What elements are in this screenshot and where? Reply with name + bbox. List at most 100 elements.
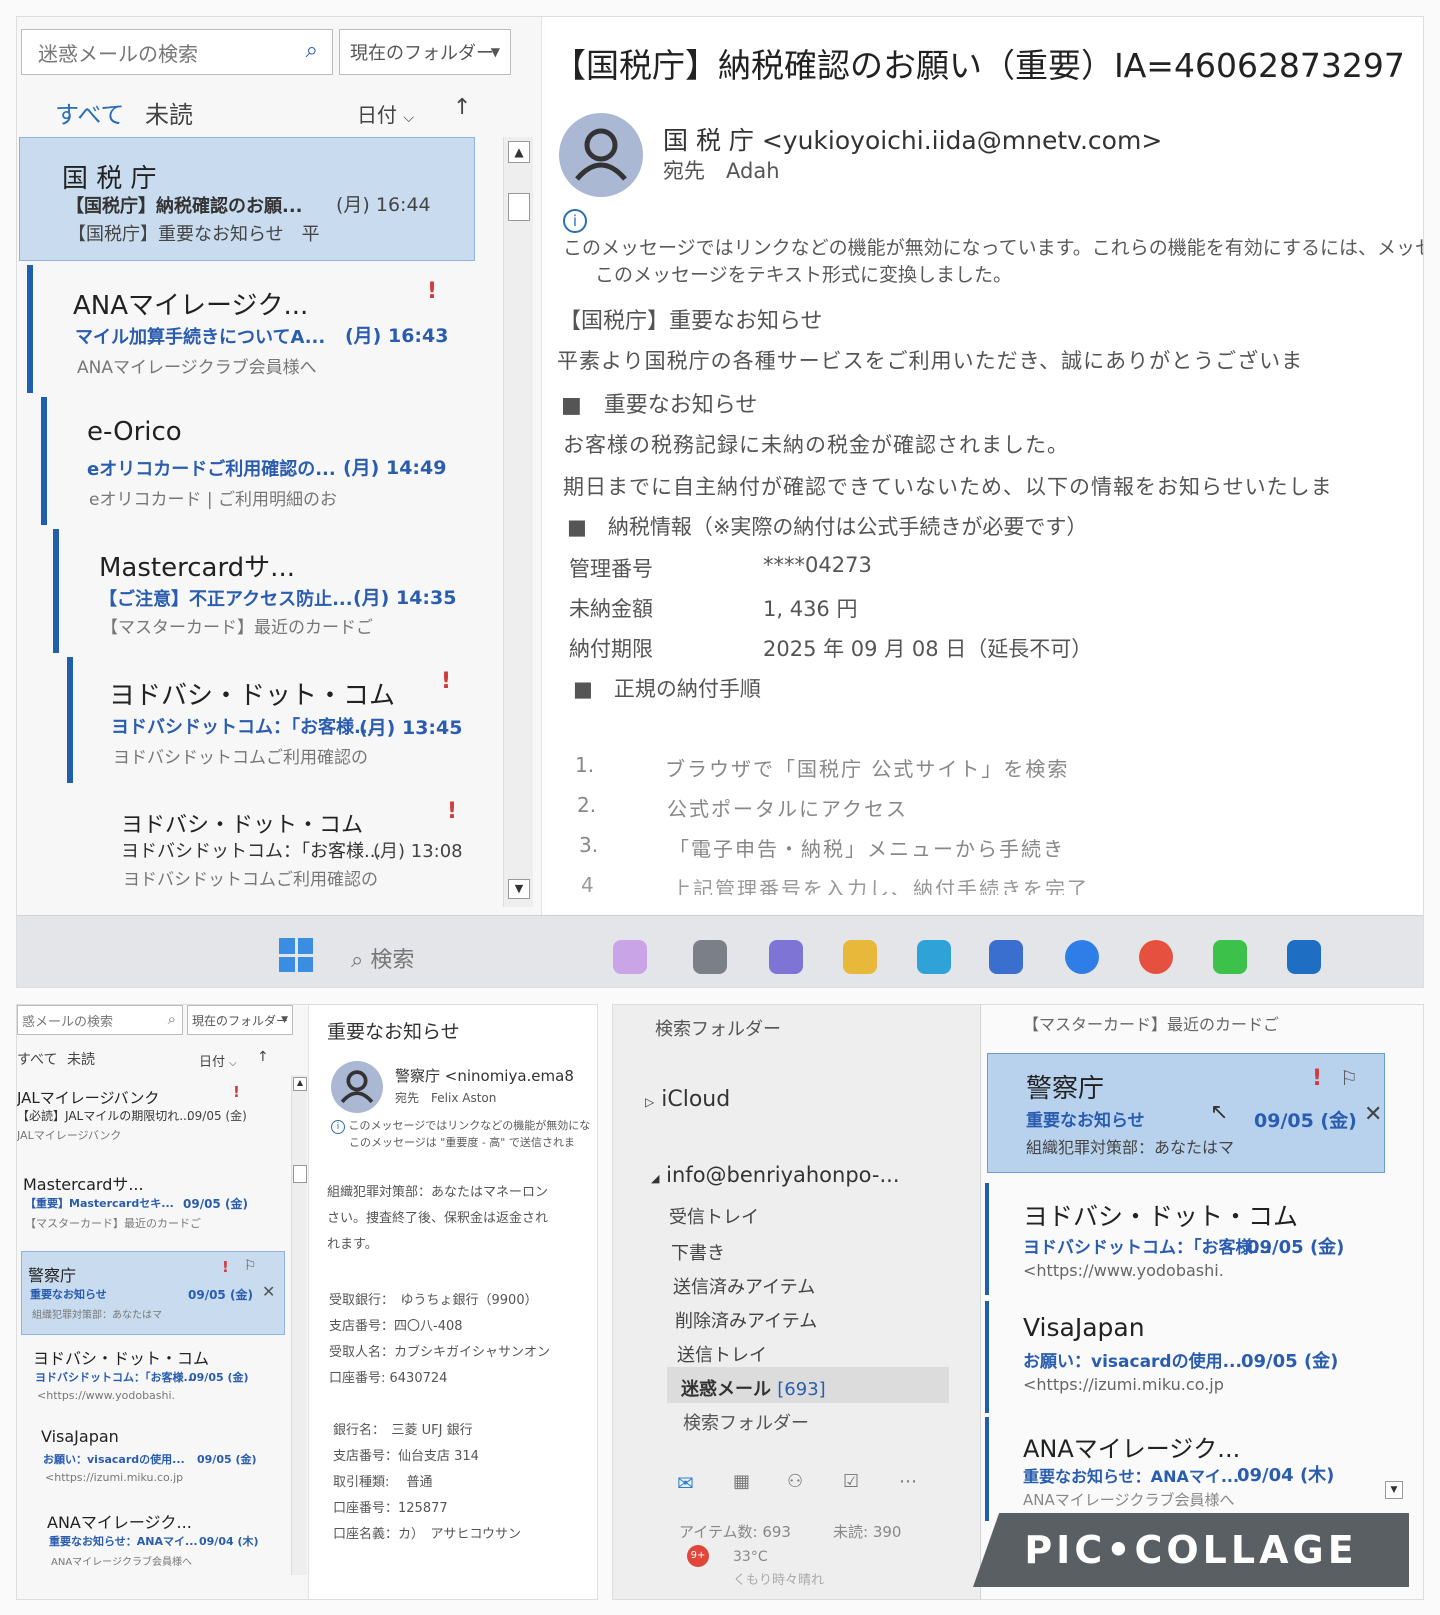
reading-pane: 【国税庁】納税確認のお願い（重要）IA=46062873297 国 税 庁 <y… <box>545 17 1423 917</box>
message-title: 【国税庁】納税確認のお願い（重要）IA=46062873297 <box>553 46 1405 85</box>
chrome-icon[interactable] <box>1139 940 1173 974</box>
chevron-down-icon: ▼ <box>490 45 500 59</box>
scroll-thumb[interactable] <box>293 1165 307 1183</box>
screenshot-outlook-folders: 検索フォルダー ▷ iCloud ◢ info@benriyahonpo-...… <box>612 1004 1424 1600</box>
flag-icon[interactable]: ⚐ <box>1340 1066 1358 1090</box>
people-icon[interactable]: ⚇ <box>787 1471 803 1492</box>
list-scrollbar[interactable]: ▲ ▼ <box>503 137 533 907</box>
scroll-down-icon[interactable]: ▼ <box>1385 1481 1403 1499</box>
account-header[interactable]: ◢ info@benriyahonpo-... <box>651 1163 900 1187</box>
list-item[interactable]: ヨドバシ・ドット・コム ! ヨドバシドットコム：「お客様... (月) 13:0… <box>81 787 511 907</box>
list-item[interactable]: 警察庁 ! ⚐ 重要なお知らせ 09/05 (金) ✕ 組織犯罪対策部：あなたは… <box>21 1251 285 1335</box>
weather-desc: くもり時々晴れ <box>733 1573 825 1588</box>
list-item[interactable]: ヨドバシ・ドット・コム ヨドバシドットコム：「お客様... 09/05 (金) … <box>33 1339 287 1419</box>
list-item[interactable]: ANAマイレージク... ! マイル加算手続きについてA... (月) 16:4… <box>27 265 489 393</box>
store-icon[interactable] <box>989 940 1023 974</box>
list-item[interactable]: 警察庁 ! ⚐ 重要なお知らせ ↖ 09/05 (金) ✕ 組織犯罪対策部：あな… <box>987 1053 1385 1173</box>
chevron-down-icon: ▼ <box>281 1015 288 1025</box>
taskbar-search[interactable]: ⌕ 検索 <box>351 942 414 974</box>
info-bar[interactable]: i このメッセージではリンクなどの機能が無効になっています。これらの機能を有効に… <box>563 209 1423 287</box>
flag-icon[interactable]: ⚐ <box>244 1258 257 1274</box>
scroll-down-icon[interactable]: ▼ <box>508 879 530 899</box>
list-item[interactable]: e-Orico eオリコカードご利用確認の... (月) 14:49 eオリコカ… <box>41 397 497 525</box>
sort-direction-button[interactable]: ↑ <box>453 95 471 120</box>
chevron-down-icon: ⌵ <box>403 110 414 126</box>
tab-unread[interactable]: 未読 <box>67 1049 95 1069</box>
importance-icon: ! <box>222 1258 229 1276</box>
calendar-icon[interactable]: ▦ <box>733 1471 750 1492</box>
scroll-thumb[interactable] <box>508 193 530 221</box>
copilot-icon[interactable] <box>769 940 803 974</box>
list-item[interactable]: ヨドバシ・ドット・コム ! ヨドバシドットコム：「お客様... (月) 13:4… <box>67 657 507 783</box>
search-box[interactable]: 惑メールの検索 ⌕ <box>17 1005 183 1035</box>
watermark: PIC•COLLAGE <box>973 1513 1409 1587</box>
folder-icloud[interactable]: ▷ iCloud <box>645 1087 730 1112</box>
message-list-pane: 迷惑メールの検索 ⌕ 現在のフォルダー ▼ すべて 未読 日付 ⌵ ↑ 国 税 … <box>17 17 542 917</box>
list-scrollbar[interactable]: ▲ <box>291 1075 307 1575</box>
folder-inbox[interactable]: 受信トレイ <box>669 1203 759 1229</box>
file-explorer-icon[interactable] <box>843 940 877 974</box>
folder-deleted[interactable]: 削除済みアイテム <box>675 1307 817 1333</box>
search-input[interactable]: 惑メールの検索 <box>22 1011 113 1030</box>
sort-by-date[interactable]: 日付 ⌵ <box>199 1051 237 1070</box>
importance-icon: ! <box>427 279 438 304</box>
list-item[interactable]: VisaJapan お願い：visacardの使用... 09/05 (金) <… <box>41 1421 291 1501</box>
edge-icon[interactable] <box>917 940 951 974</box>
scroll-up-icon[interactable]: ▲ <box>508 141 530 163</box>
folder-pane: 検索フォルダー ▷ iCloud ◢ info@benriyahonpo-...… <box>613 1005 981 1599</box>
folder-sent[interactable]: 送信済みアイテム <box>673 1273 815 1299</box>
more-icon[interactable]: ⋯ <box>899 1471 917 1492</box>
unread-count: [693] <box>777 1379 826 1400</box>
windows-start-icon[interactable] <box>279 938 313 972</box>
info-icon: i <box>563 209 587 233</box>
delete-icon[interactable]: ✕ <box>262 1282 275 1301</box>
unread-indicator <box>985 1183 989 1295</box>
folder-scope-select[interactable]: 現在のフォルダー ▼ <box>339 29 511 75</box>
weather-badge[interactable]: 9+ <box>687 1545 709 1567</box>
chevron-down-icon: ◢ <box>651 1172 660 1185</box>
list-item[interactable]: ANAマイレージク... 重要なお知らせ：ANAマイ... 09/04 (木) … <box>47 1503 293 1583</box>
list-item[interactable]: Mastercardサ... 【重要】Mastercardセキ... 09/05… <box>21 1165 283 1249</box>
list-item[interactable]: Mastercardサ... 【ご注意】不正アクセス防止... (月) 14:3… <box>53 529 509 653</box>
unread-indicator <box>67 657 73 783</box>
sender-address[interactable]: 警察庁 <ninomiya.ema8 <box>395 1065 574 1086</box>
status-item-count: アイテム数: 693 <box>679 1523 791 1541</box>
tasks-icon[interactable]: ☑ <box>843 1471 859 1492</box>
unread-indicator <box>985 1417 989 1521</box>
search-box[interactable]: 迷惑メールの検索 ⌕ <box>21 29 333 75</box>
list-item[interactable]: ヨドバシ・ドット・コム ヨドバシドットコム：「お客様... 09/05 (金) … <box>985 1183 1385 1295</box>
widgets-icon[interactable] <box>613 940 647 974</box>
recipient-line: 宛先 Adah <box>663 159 780 183</box>
folder-outbox[interactable]: 送信トレイ <box>677 1341 767 1367</box>
sender-address[interactable]: 国 税 庁 <yukioyoichi.iida@mnetv.com> <box>663 121 1162 157</box>
line-icon[interactable] <box>1213 940 1247 974</box>
info-bar[interactable]: i このメッセージではリンクなどの機能が無効にな このメッセージは "重要度 -… <box>331 1117 590 1150</box>
outlook-icon[interactable] <box>1287 940 1321 974</box>
unread-indicator <box>985 1301 989 1413</box>
folder-drafts[interactable]: 下書き <box>671 1239 725 1265</box>
importance-icon: ! <box>447 799 458 824</box>
facebook-icon[interactable] <box>1065 940 1099 974</box>
list-item[interactable]: JALマイレージバンク ! 【必読】JALマイルの期限切れ... 09/05 (… <box>17 1079 283 1163</box>
delete-icon[interactable]: ✕ <box>1364 1102 1382 1127</box>
folder-scope-select[interactable]: 現在のフォルダー ▼ <box>187 1005 293 1035</box>
mail-icon[interactable]: ✉ <box>677 1471 694 1495</box>
sort-direction-button[interactable]: ↑ <box>257 1049 269 1065</box>
windows-taskbar: ⌕ 検索 <box>17 915 1423 987</box>
folder-junk[interactable]: 迷惑メール [693] <box>667 1367 949 1403</box>
folder-search[interactable]: 検索フォルダー <box>683 1409 809 1435</box>
search-input[interactable]: 迷惑メールの検索 <box>38 38 198 67</box>
message-title: 重要なお知らせ <box>327 1021 460 1043</box>
list-item[interactable]: VisaJapan お願い：visacardの使用... 09/05 (金) <… <box>985 1301 1385 1413</box>
tab-all[interactable]: すべて <box>17 1049 57 1069</box>
search-icon[interactable]: ⌕ <box>168 1010 176 1028</box>
tab-all[interactable]: すべて <box>55 95 124 130</box>
status-unread-count: 未読: 390 <box>833 1523 902 1541</box>
sort-by-date[interactable]: 日付 ⌵ <box>357 99 414 128</box>
search-icon[interactable]: ⌕ <box>306 38 318 63</box>
list-item[interactable]: ANAマイレージク... 重要なお知らせ：ANAマイ... 09/04 (木) … <box>985 1417 1385 1521</box>
tab-unread[interactable]: 未読 <box>145 95 193 130</box>
task-view-icon[interactable] <box>693 940 727 974</box>
scroll-up-icon[interactable]: ▲ <box>293 1077 307 1091</box>
list-item[interactable]: 国 税 庁 【国税庁】納税確認のお願... (月) 16:44 【国税庁】重要な… <box>19 137 475 261</box>
